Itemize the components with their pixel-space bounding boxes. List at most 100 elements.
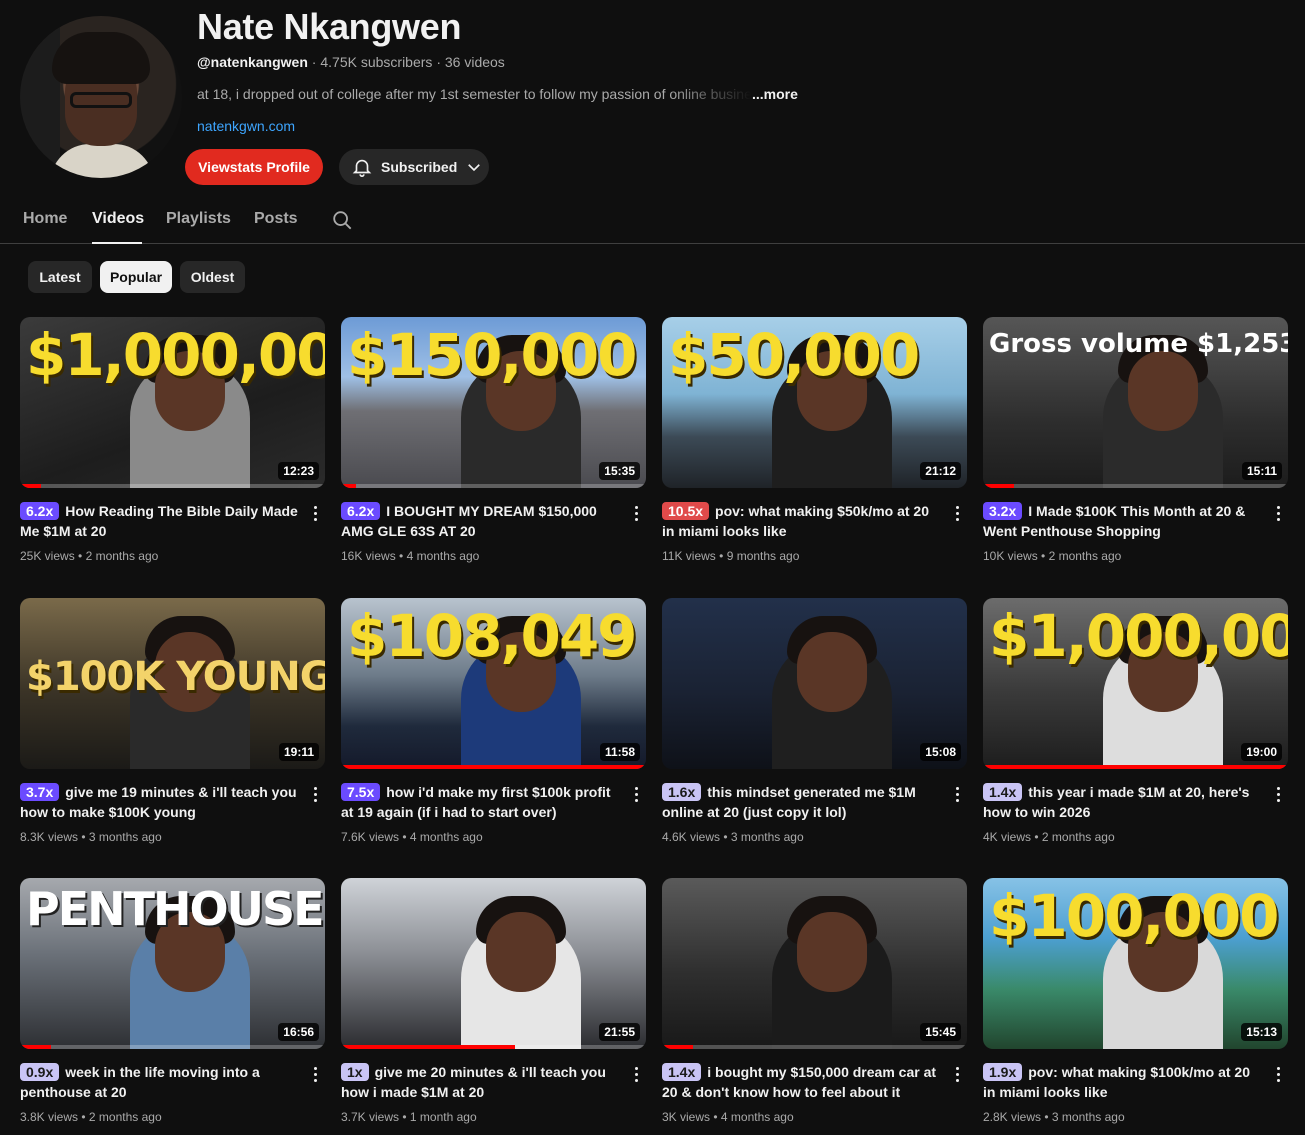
- subscribed-label: Subscribed: [381, 159, 458, 175]
- video-thumbnail[interactable]: 21:55: [341, 878, 646, 1049]
- more-actions-icon[interactable]: [305, 503, 325, 523]
- video-thumbnail[interactable]: PENTHOUSE 16:56: [20, 878, 325, 1049]
- video-card[interactable]: 21:55 1x give me 20 minutes & i'll teach y…: [341, 878, 646, 1135]
- video-thumbnail[interactable]: Gross volume $1,253,554 15:11: [983, 317, 1288, 488]
- meta-separator: ·: [436, 54, 445, 70]
- video-title[interactable]: I Made $100K This Month at 20 & Went Pen…: [983, 503, 1245, 539]
- video-duration: 15:11: [1241, 462, 1282, 480]
- watch-progress-bar: [341, 1045, 515, 1049]
- video-title-row[interactable]: 0.9x week in the life moving into a penth…: [20, 1062, 300, 1102]
- thumbnail-overlay-text: Gross volume $1,253,554: [989, 329, 1288, 359]
- stats-separator: •: [399, 1110, 410, 1124]
- thumbnail-overlay-text: PENTHOUSE: [26, 882, 325, 936]
- video-card[interactable]: $1,000,000 19:00 1.4xthis year i made $1M …: [983, 598, 1288, 858]
- more-actions-icon[interactable]: [947, 503, 967, 523]
- upload-age: 4 months ago: [406, 549, 480, 563]
- viewstats-profile-button[interactable]: Viewstats Profile: [185, 149, 323, 185]
- video-title-row[interactable]: 10.5x pov: what making $50k/mo at 20 in m…: [662, 501, 942, 541]
- active-tab-indicator: [92, 242, 142, 244]
- video-title[interactable]: pov: what making $100k/mo at 20 in miami…: [983, 1064, 1250, 1100]
- video-duration: 16:56: [278, 1023, 319, 1041]
- video-title-row[interactable]: 7.5x how i'd make my first $100k profit a…: [341, 782, 621, 822]
- video-card[interactable]: $1,000,000 12:23 6.2xHow Reading The Bible…: [20, 317, 325, 577]
- view-count: 4.6K views: [662, 830, 721, 844]
- video-title[interactable]: give me 19 minutes & i'll teach you how …: [20, 784, 297, 820]
- more-actions-icon[interactable]: [1268, 1064, 1288, 1084]
- stats-separator: •: [720, 830, 731, 844]
- video-card[interactable]: 15:45 1.4x i bought my $150,000 dream car …: [662, 878, 967, 1135]
- outlier-score-badge: 0.9x: [20, 1063, 60, 1081]
- view-count: 3.8K views: [20, 1110, 79, 1124]
- video-thumbnail[interactable]: $100,000 15:13: [983, 878, 1288, 1049]
- chip-latest[interactable]: Latest: [28, 261, 92, 293]
- outlier-score-badge: 10.5x: [662, 502, 710, 520]
- video-thumbnail[interactable]: $150,000 15:35: [341, 317, 646, 488]
- video-thumbnail[interactable]: $50,000 21:12: [662, 317, 967, 488]
- video-card[interactable]: $100,000 15:13 1.9x pov: what making $100k/…: [983, 878, 1288, 1135]
- upload-age: 9 months ago: [726, 549, 800, 563]
- view-count: 11K views: [662, 549, 716, 563]
- video-title-row[interactable]: 6.2x I BOUGHT MY DREAM $150,000 AMG GLE 6…: [341, 501, 621, 541]
- chip-oldest[interactable]: Oldest: [180, 261, 245, 293]
- video-title[interactable]: How Reading The Bible Daily Made Me $1M …: [20, 503, 298, 539]
- video-duration: 21:12: [920, 462, 961, 480]
- more-actions-icon[interactable]: [1268, 784, 1288, 804]
- watch-progress-track: [341, 484, 646, 488]
- stats-separator: •: [78, 830, 89, 844]
- video-title[interactable]: how i'd make my first $100k profit at 19…: [341, 784, 611, 820]
- video-thumbnail[interactable]: $1,000,000 19:00: [983, 598, 1288, 769]
- more-actions-icon[interactable]: [626, 1064, 646, 1084]
- thumbnail-overlay-text: $100,000: [989, 882, 1280, 950]
- video-count: 36 videos: [444, 54, 505, 70]
- video-title-row[interactable]: 1.9x pov: what making $100k/mo at 20 in m…: [983, 1062, 1263, 1102]
- video-title[interactable]: i bought my $150,000 dream car at 20 & d…: [662, 1064, 936, 1100]
- video-title-row[interactable]: 1.6x this mindset generated me $1M online…: [662, 782, 942, 822]
- channel-avatar[interactable]: [20, 16, 182, 178]
- more-actions-icon[interactable]: [947, 1064, 967, 1084]
- more-link[interactable]: ...more: [752, 86, 798, 102]
- channel-link[interactable]: natenkgwn.com: [197, 118, 295, 134]
- video-title-row[interactable]: 3.2x I Made $100K This Month at 20 & Went…: [983, 501, 1263, 541]
- video-card[interactable]: $50,000 21:12 10.5x pov: what making $50k/m…: [662, 317, 967, 577]
- subscribed-button[interactable]: Subscribed: [339, 149, 489, 185]
- video-card[interactable]: 15:08 1.6x this mindset generated me $1M o…: [662, 598, 967, 858]
- upload-age: 2 months ago: [88, 1110, 162, 1124]
- video-thumbnail[interactable]: $108,049 at 19 11:58: [341, 598, 646, 769]
- video-title-row[interactable]: 1.4x i bought my $150,000 dream car at 20…: [662, 1062, 942, 1102]
- thumbnail-overlay-text: $150,000: [347, 321, 638, 389]
- video-thumbnail[interactable]: 15:08: [662, 598, 967, 769]
- video-title[interactable]: this year i made $1M at 20, here's how t…: [983, 784, 1249, 820]
- video-card[interactable]: Gross volume $1,253,554 15:11 3.2xI Made $…: [983, 317, 1288, 577]
- chip-popular[interactable]: Popular: [100, 261, 172, 293]
- tab-posts[interactable]: Posts: [254, 210, 298, 228]
- more-actions-icon[interactable]: [305, 1064, 325, 1084]
- tab-playlists[interactable]: Playlists: [166, 210, 231, 228]
- video-duration: 15:08: [920, 743, 961, 761]
- video-card[interactable]: $100K YOUNG 19:11 3.7x give me 19 minutes &…: [20, 598, 325, 858]
- search-icon[interactable]: [331, 209, 353, 231]
- tab-videos[interactable]: Videos: [92, 210, 144, 228]
- video-thumbnail[interactable]: 15:45: [662, 878, 967, 1049]
- video-title-row[interactable]: 1.4x this year i made $1M at 20, here's h…: [983, 782, 1263, 822]
- video-duration: 11:58: [599, 743, 640, 761]
- more-actions-icon[interactable]: [626, 503, 646, 523]
- watch-progress-bar: [20, 1045, 51, 1049]
- video-card[interactable]: $150,000 15:35 6.2x I BOUGHT MY DREAM $150,…: [341, 317, 646, 577]
- video-title-row[interactable]: 6.2x How Reading The Bible Daily Made Me …: [20, 501, 300, 541]
- more-actions-icon[interactable]: [1268, 503, 1288, 523]
- more-actions-icon[interactable]: [626, 784, 646, 804]
- video-title-row[interactable]: 1x give me 20 minutes & i'll teach you ho…: [341, 1062, 621, 1102]
- video-title-row[interactable]: 3.7x give me 19 minutes & i'll teach you …: [20, 782, 300, 822]
- tab-home[interactable]: Home: [23, 210, 67, 228]
- more-actions-icon[interactable]: [305, 784, 325, 804]
- video-card[interactable]: PENTHOUSE 16:56 0.9x week in the life movin…: [20, 878, 325, 1135]
- video-thumbnail[interactable]: $100K YOUNG 19:11: [20, 598, 325, 769]
- outlier-score-badge: 1.6x: [662, 783, 702, 801]
- video-title[interactable]: give me 20 minutes & i'll teach you how …: [341, 1064, 606, 1100]
- video-thumbnail[interactable]: $1,000,000 12:23: [20, 317, 325, 488]
- channel-description[interactable]: at 18, i dropped out of college after my…: [197, 86, 798, 102]
- watch-progress-track: [662, 1045, 967, 1049]
- more-actions-icon[interactable]: [947, 784, 967, 804]
- video-card[interactable]: $108,049 at 19 11:58 7.5xhow i'd make my f…: [341, 598, 646, 858]
- thumbnail-overlay-text: $1,000,000: [989, 602, 1288, 670]
